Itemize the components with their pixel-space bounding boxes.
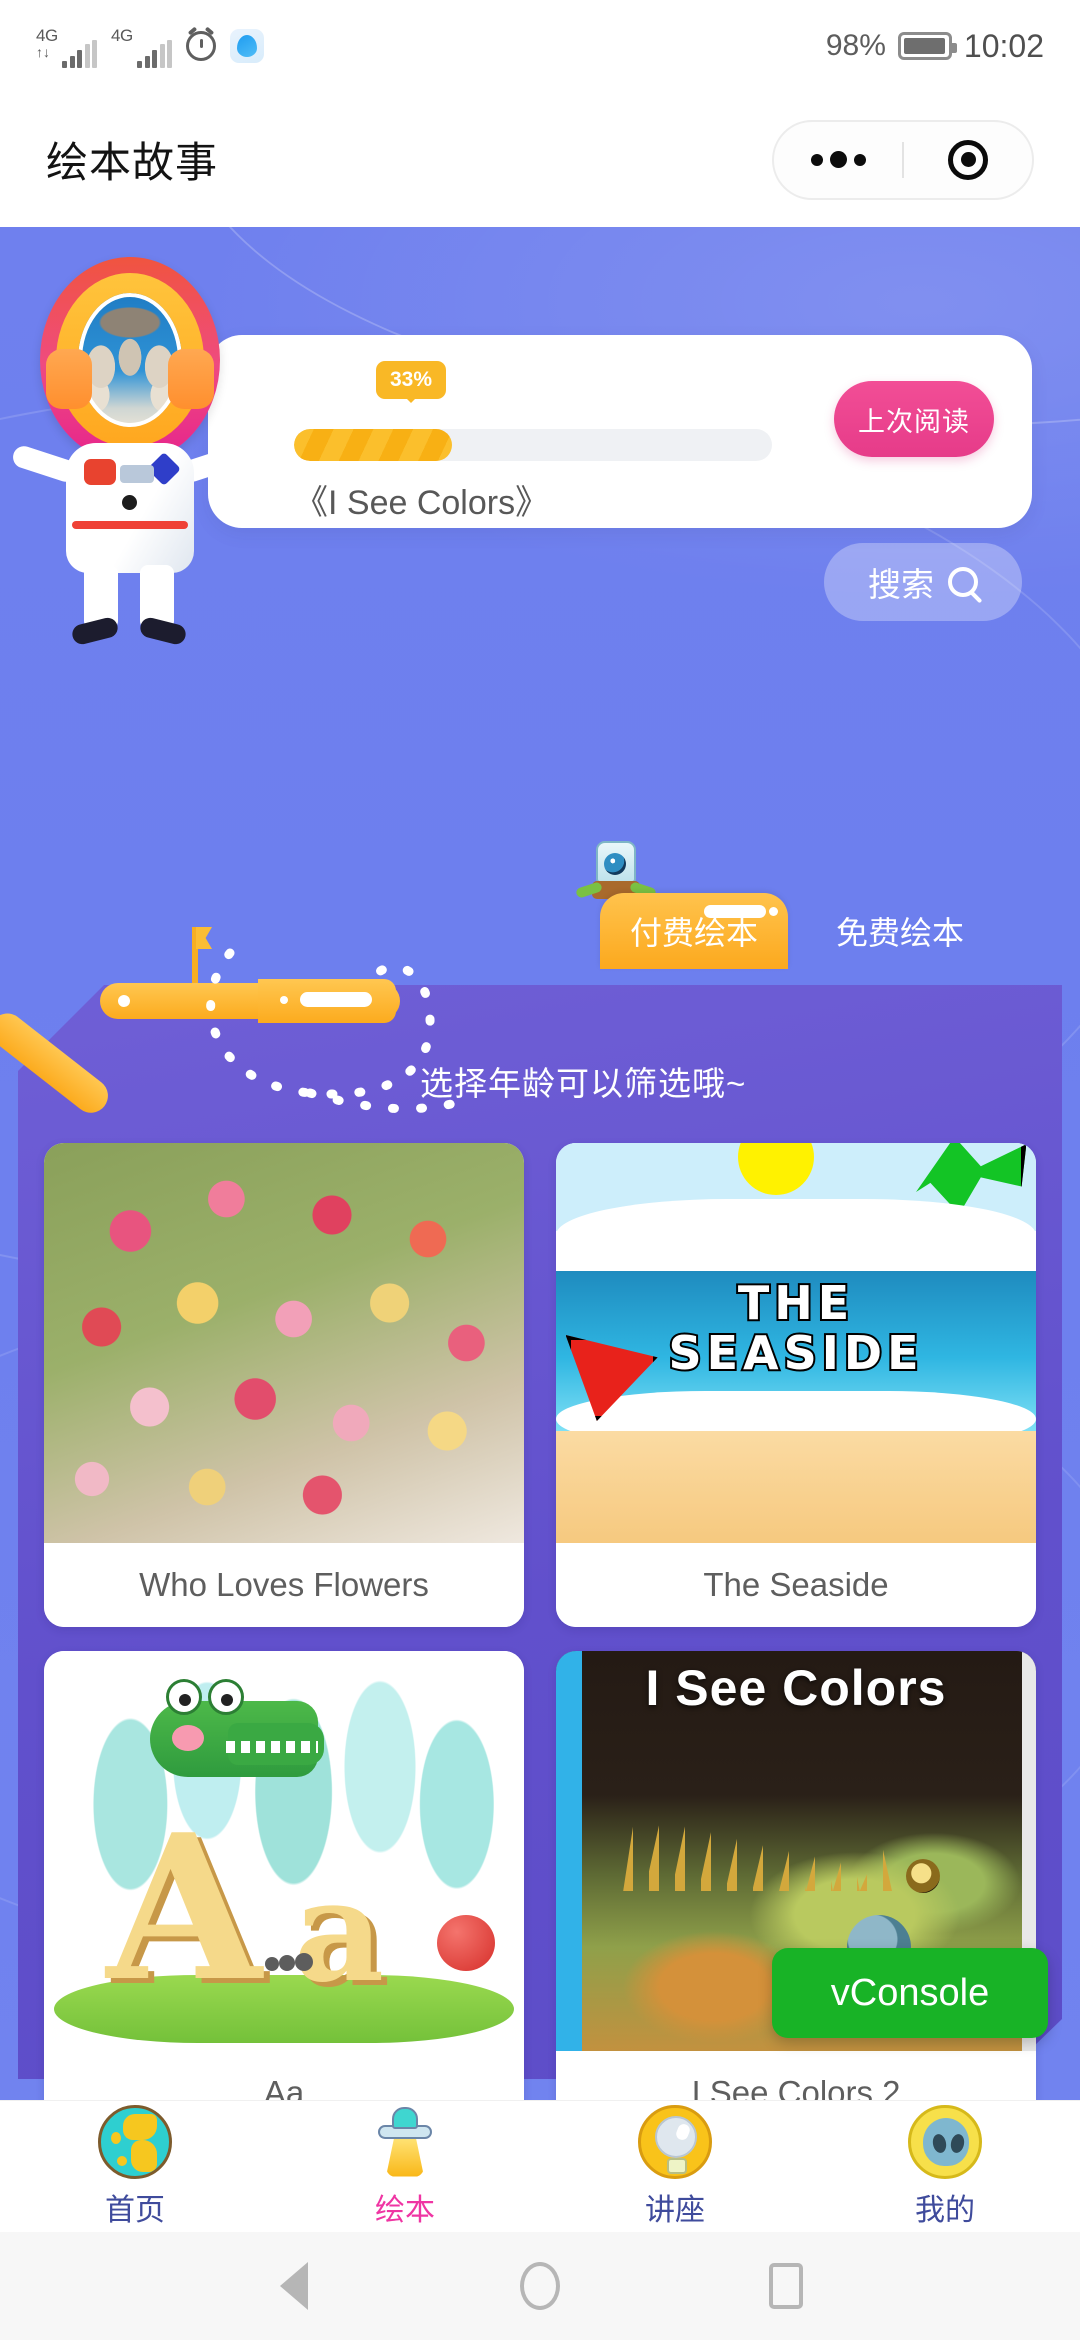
cover-title-text: I See Colors [645, 1660, 947, 1716]
cartoon-beach-illustration: THE SEASIDE [556, 1143, 1036, 1543]
crocodile-icon [149, 1679, 324, 1799]
reading-progress-card[interactable]: 33% 《I See Colors》 上次阅读 [208, 335, 1032, 528]
android-nav-bar [0, 2232, 1080, 2340]
sea-sand [556, 1431, 1036, 1543]
astronaut-helmet-icon [638, 2104, 712, 2179]
progress-percent-badge: 33% [376, 361, 447, 403]
apple-icon [437, 1915, 496, 1971]
tab-paid-books[interactable]: 付费绘本 [600, 893, 789, 969]
recents-square-icon [769, 2263, 803, 2309]
bottom-tab-bar: 首页 绘本 讲座 我的 [0, 2100, 1080, 2232]
battery-percent: 98% [825, 29, 886, 62]
status-bar-clock: 10:02 [963, 27, 1044, 64]
sea-clouds-2 [556, 1231, 1036, 1271]
signal-4g-icon: 4G ↑↓ [36, 24, 97, 68]
astronaut-helmet [40, 257, 220, 463]
home-circle-icon [520, 2262, 560, 2310]
cover-title-text: THE SEASIDE [666, 1276, 924, 1380]
android-home-button[interactable] [512, 2258, 568, 2314]
android-recents-button[interactable] [758, 2258, 814, 2314]
eyeball-pupil [604, 853, 626, 875]
progress-fill [294, 429, 452, 461]
vconsole-button[interactable]: vConsole [772, 1948, 1048, 2038]
tabbar-label-home: 首页 [105, 2193, 165, 2227]
age-filter-hint: 选择年龄可以筛选哦~ [420, 1065, 747, 1102]
signal-bars [62, 40, 97, 68]
flag-icon [192, 927, 198, 989]
book-card[interactable]: A a Aa [44, 1651, 524, 2100]
tab-free-books[interactable]: 免费绘本 [806, 893, 994, 969]
tabbar-item-books[interactable]: 绘本 [270, 2105, 540, 2229]
target-circle-icon [948, 139, 988, 180]
letter-a-uppercase: A [106, 1791, 262, 2026]
network-label: 4G [36, 26, 58, 45]
back-triangle-icon [280, 2262, 308, 2310]
weather-icon [230, 29, 264, 63]
tulip-bouquet-photo [44, 1143, 524, 1543]
ant-icon [264, 1949, 313, 1979]
category-tabs: 付费绘本 免费绘本 [600, 893, 994, 969]
astronaut-mascot [10, 247, 248, 647]
helmet-ear-left [46, 349, 92, 409]
tabbar-label-books: 绘本 [375, 2193, 435, 2227]
book-title: Who Loves Flowers [44, 1543, 524, 1627]
suit-control-panel [120, 465, 154, 483]
crocodile-letter-a-illustration: A a [44, 1651, 524, 2051]
capsule-menu[interactable] [772, 119, 1034, 200]
book-cover-thumb: A a [44, 1651, 524, 2051]
network-label-2: 4G [111, 26, 133, 45]
android-back-button[interactable] [266, 2258, 322, 2314]
book-cover-thumb [44, 1143, 524, 1543]
astronaut-body [66, 443, 194, 573]
ufo-icon [368, 2105, 442, 2179]
book-title: The Seaside [556, 1543, 1036, 1627]
battery-icon [897, 32, 957, 60]
book-title: I See Colors 2 [556, 2051, 1036, 2100]
tabbar-item-lectures[interactable]: 讲座 [540, 2104, 810, 2229]
book-title: Aa [44, 2051, 524, 2100]
tabbar-item-profile[interactable]: 我的 [810, 2104, 1080, 2229]
helmet-ear-right [168, 349, 214, 409]
close-button[interactable] [904, 139, 1032, 180]
hero-section: 33% 《I See Colors》 上次阅读 搜索 付费绘本 免费绘本 选择年… [0, 227, 1080, 2100]
platform-slope [0, 1006, 115, 1120]
alarm-icon [186, 31, 216, 61]
helmet-visor-cover [78, 293, 182, 427]
search-button[interactable]: 搜索 [824, 543, 1022, 621]
status-bar-left: 4G ↑↓ 4G [36, 24, 264, 68]
alien-face-icon [908, 2104, 982, 2179]
search-icon [948, 567, 978, 597]
book-card[interactable]: THE SEASIDE The Seaside [556, 1143, 1036, 1627]
suit-knob [122, 495, 137, 510]
book-cover-thumb: THE SEASIDE [556, 1143, 1036, 1543]
signal-4g-icon-2: 4G [111, 24, 172, 68]
platform-right-segment [258, 979, 396, 1023]
tabbar-label-profile: 我的 [915, 2193, 975, 2227]
more-dots-icon [810, 151, 866, 168]
iguana-eye [906, 1859, 940, 1893]
book-card[interactable]: Who Loves Flowers [44, 1143, 524, 1627]
progress-card-inner: 33% 《I See Colors》 上次阅读 [294, 335, 994, 528]
search-button-label: 搜索 [868, 566, 934, 603]
earth-globe-icon [98, 2104, 172, 2179]
tabbar-label-lectures: 讲座 [645, 2193, 705, 2227]
suit-patch-red [84, 459, 116, 485]
continue-reading-button[interactable]: 上次阅读 [834, 381, 994, 457]
more-menu-button[interactable] [774, 151, 902, 168]
mini-program-nav: 绘本故事 [0, 92, 1080, 227]
signal-bars-2 [137, 40, 172, 68]
tabbar-item-home[interactable]: 首页 [0, 2104, 270, 2229]
current-book-title: 《I See Colors》 [294, 484, 550, 522]
data-arrows-icon: ↑↓ [36, 44, 50, 60]
status-bar: 4G ↑↓ 4G 98% 10:02 [0, 0, 1080, 92]
status-bar-right: 98% 10:02 [826, 28, 1044, 65]
progress-track [294, 429, 772, 461]
page-title: 绘本故事 [46, 139, 219, 186]
